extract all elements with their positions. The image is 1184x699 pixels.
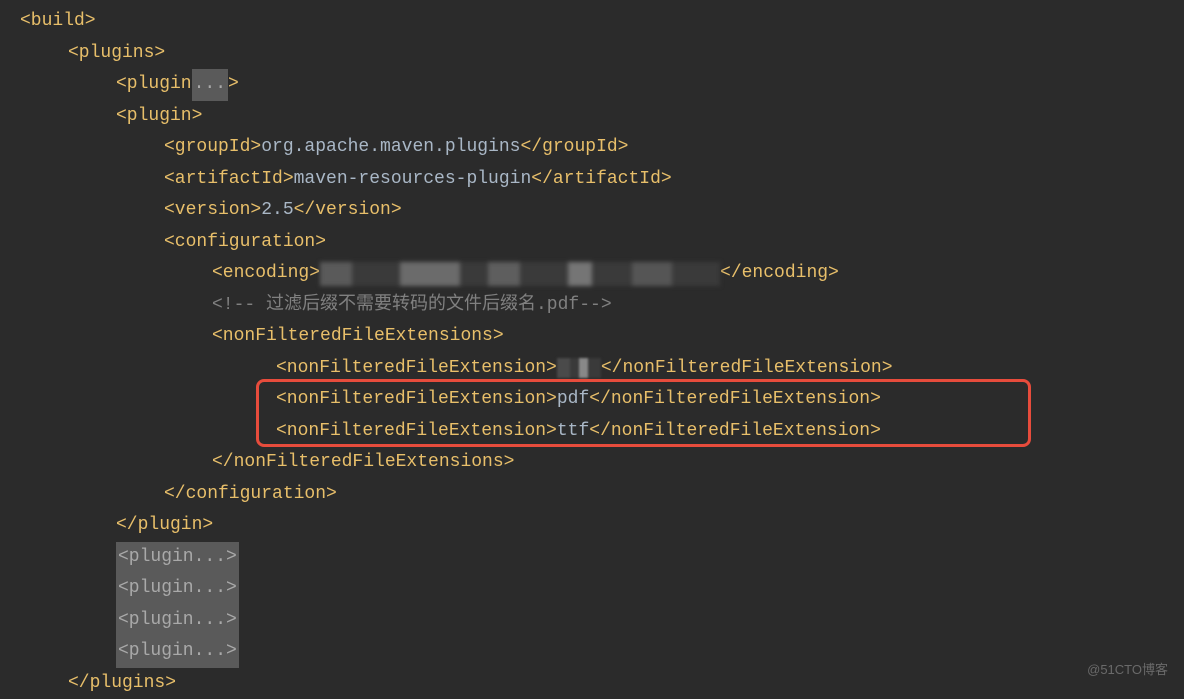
xml-text: pdf (557, 384, 589, 416)
xml-tag: </nonFilteredFileExtension> (601, 353, 893, 385)
code-line: <nonFilteredFileExtension>ttf</nonFilter… (20, 416, 1184, 448)
xml-tag-folded[interactable]: <plugin...> (116, 605, 239, 637)
xml-tag: <version> (164, 195, 261, 227)
xml-tag: <plugin> (116, 101, 202, 133)
xml-tag: <nonFilteredFileExtension> (276, 353, 557, 385)
blurred-content (557, 358, 601, 378)
code-line: </configuration> (20, 479, 1184, 511)
xml-tag-folded[interactable]: <plugin...> (116, 573, 239, 605)
xml-tag: </encoding> (720, 258, 839, 290)
code-line: <plugin> (20, 101, 1184, 133)
code-line: <groupId>org.apache.maven.plugins</group… (20, 132, 1184, 164)
xml-tag: <nonFilteredFileExtension> (276, 384, 557, 416)
xml-text: org.apache.maven.plugins (261, 132, 520, 164)
xml-text: 2.5 (261, 195, 293, 227)
xml-tag: </nonFilteredFileExtensions> (212, 447, 514, 479)
xml-tag: <groupId> (164, 132, 261, 164)
xml-tag: </plugins> (68, 668, 176, 699)
xml-tag-folded[interactable]: <plugin...> (116, 636, 239, 668)
code-line: <configuration> (20, 227, 1184, 259)
code-line: <plugin...> (20, 605, 1184, 637)
code-line: </plugin> (20, 510, 1184, 542)
xml-tag: </groupId> (520, 132, 628, 164)
code-line: <version>2.5</version> (20, 195, 1184, 227)
fold-marker[interactable]: ... (192, 69, 228, 101)
code-line: </plugins> (20, 668, 1184, 699)
code-line: <artifactId>maven-resources-plugin</arti… (20, 164, 1184, 196)
code-line: <encoding> </encoding> (20, 258, 1184, 290)
code-line: <!-- 过滤后缀不需要转码的文件后缀名.pdf--> (20, 290, 1184, 322)
xml-tag: > (228, 69, 239, 101)
code-line: <plugin...> (20, 69, 1184, 101)
xml-tag: </nonFilteredFileExtension> (589, 384, 881, 416)
xml-tag: <nonFilteredFileExtensions> (212, 321, 504, 353)
xml-tag: <plugins> (68, 38, 165, 70)
code-line: </nonFilteredFileExtensions> (20, 447, 1184, 479)
code-line: <build> (20, 6, 1184, 38)
xml-text: ttf (557, 416, 589, 448)
xml-tag: <plugin (116, 69, 192, 101)
code-line: <nonFilteredFileExtensions> (20, 321, 1184, 353)
code-line: <plugin...> (20, 573, 1184, 605)
xml-tag: </configuration> (164, 479, 337, 511)
xml-tag: <artifactId> (164, 164, 294, 196)
code-line: <plugin...> (20, 636, 1184, 668)
xml-comment: <!-- 过滤后缀不需要转码的文件后缀名.pdf--> (212, 290, 612, 322)
code-line: <nonFilteredFileExtension> </nonFilteredF… (20, 353, 1184, 385)
blurred-content (320, 262, 720, 286)
xml-tag: </nonFilteredFileExtension> (589, 416, 881, 448)
xml-tag-folded[interactable]: <plugin...> (116, 542, 239, 574)
code-line: <plugins> (20, 38, 1184, 70)
xml-tag: <nonFilteredFileExtension> (276, 416, 557, 448)
xml-tag: <build> (20, 6, 96, 38)
xml-tag: </plugin> (116, 510, 213, 542)
xml-tag: </version> (294, 195, 402, 227)
xml-tag: <encoding> (212, 258, 320, 290)
code-line: <nonFilteredFileExtension>pdf</nonFilter… (20, 384, 1184, 416)
watermark: @51CTO博客 (1087, 659, 1168, 682)
xml-text: maven-resources-plugin (294, 164, 532, 196)
xml-tag: </artifactId> (531, 164, 671, 196)
xml-tag: <configuration> (164, 227, 326, 259)
code-editor[interactable]: <build> <plugins> <plugin...> <plugin> <… (0, 0, 1184, 699)
code-line: <plugin...> (20, 542, 1184, 574)
